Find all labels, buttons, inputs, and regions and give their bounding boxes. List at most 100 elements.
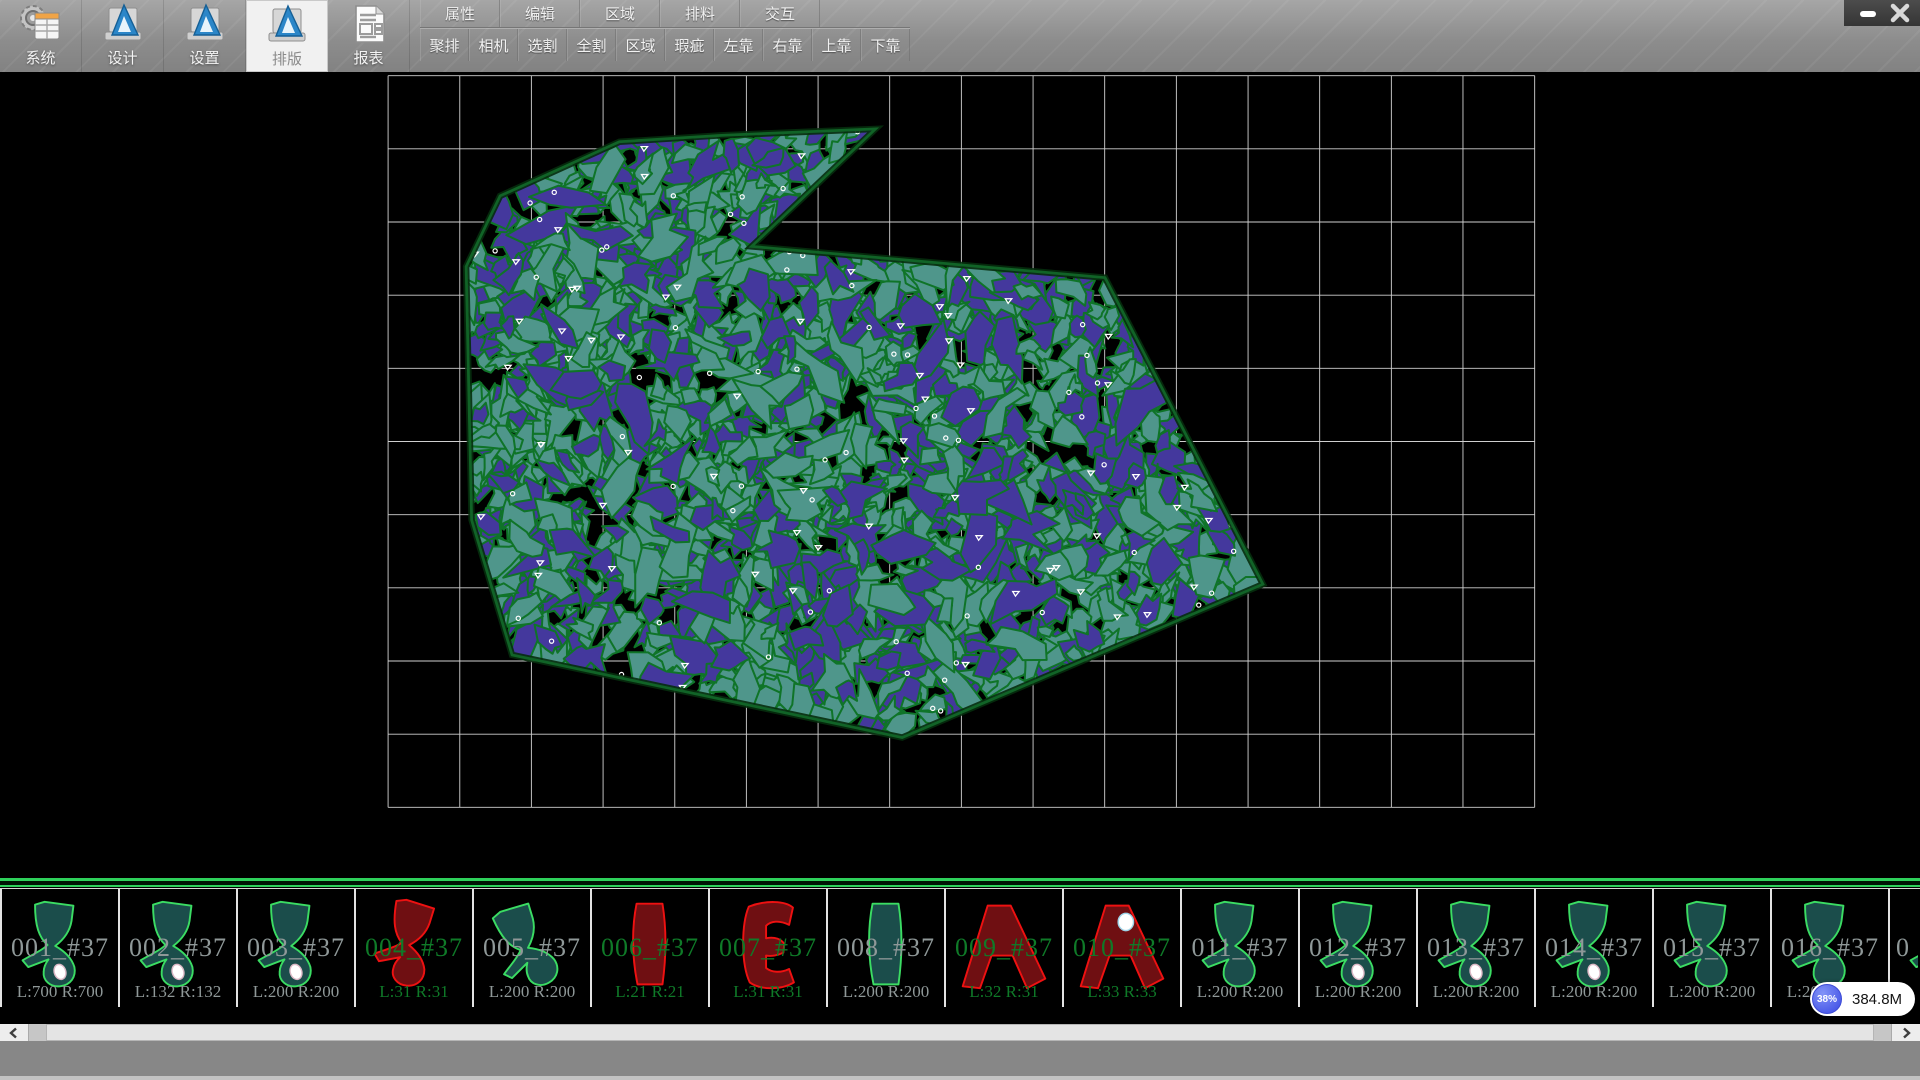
nesting-setsquare-icon [264, 4, 310, 46]
piece-lr-label: L:200 R:200 [828, 982, 944, 1002]
piece-lr-label: L:31 R:31 [356, 982, 472, 1002]
piece-name-label: 009_#37 [946, 933, 1062, 963]
piece-name-label: 016_#37 [1772, 933, 1888, 963]
settings-setsquare-icon [182, 3, 228, 45]
tool-cluster-nest-button[interactable]: 聚排 [420, 29, 469, 61]
tool-align-top-button[interactable]: 上靠 [812, 29, 861, 61]
piece-lr-label: L:32 R:31 [946, 982, 1062, 1002]
piece-name-label: 008_#37 [828, 933, 944, 963]
piece-name-label: 003_#37 [238, 933, 354, 963]
memory-overlay-badge: 38% 384.8M [1810, 982, 1915, 1016]
leather-hide-layer[interactable] [0, 72, 1920, 878]
piece-lr-label: L:200 R:200 [1300, 982, 1416, 1002]
thumbnail-cell[interactable]: 005_#37 L:200 R:200 [474, 889, 592, 1007]
piece-name-label: 014_#37 [1536, 933, 1652, 963]
thumbnail-cell[interactable]: 004_#37 L:31 R:31 [356, 889, 474, 1007]
thumbnail-cell[interactable]: 008_#37 L:200 R:200 [828, 889, 946, 1007]
piece-name-label: 0 [1896, 933, 1918, 963]
tool-align-bottom-button[interactable]: 下靠 [861, 29, 910, 61]
thumbnail-cell[interactable]: 003_#37 L:200 R:200 [238, 889, 356, 1007]
scrollbar-thumb[interactable] [46, 1024, 1874, 1041]
tab-design-button[interactable]: 设计 [82, 0, 164, 72]
nesting-canvas[interactable] [0, 72, 1920, 878]
tool-region-button[interactable]: 区域 [616, 29, 665, 61]
cpu-percent-badge: 38% [1812, 984, 1842, 1014]
piece-name-label: 013_#37 [1418, 933, 1534, 963]
piece-name-label: 006_#37 [592, 933, 708, 963]
piece-name-label: 011_#37 [1182, 933, 1298, 963]
thumbnail-cell[interactable]: 007_#37 L:31 R:31 [710, 889, 828, 1007]
piece-name-label: 012_#37 [1300, 933, 1416, 963]
piece-lr-label: L:33 R:33 [1064, 982, 1180, 1002]
tab-system-label: 系统 [25, 47, 55, 68]
menu-row-bottom: 聚排 相机 选割 全割 区域 瑕疵 左靠 右靠 上靠 下靠 [420, 29, 910, 61]
tab-settings-label: 设置 [189, 47, 219, 68]
piece-name-label: 015_#37 [1654, 933, 1770, 963]
thumbnail-cell[interactable]: 010_#37 L:33 R:33 [1064, 889, 1182, 1007]
piece-lr-label: L:200 R:200 [474, 982, 590, 1002]
tab-design-label: 设计 [107, 47, 137, 68]
minimize-button[interactable] [1852, 2, 1884, 24]
piece-name-label: 010_#37 [1064, 933, 1180, 963]
close-icon [1889, 2, 1911, 24]
menu-row-top: 属性 编辑 区域 排料 交互 [420, 0, 910, 28]
piece-lr-label: L:132 R:132 [120, 982, 236, 1002]
piece-filmstrip: 001_#37 L:700 R:700002_#37 L:132 R:132003_… [0, 878, 1920, 1024]
thumbnail-cell[interactable]: 002_#37 L:132 R:132 [120, 889, 238, 1007]
ribbon-toolbar: 系统 设计 设置 排版 报表 属性 编辑 区域 排料 交互 聚排 相机 选割 全… [0, 0, 1920, 72]
thumbnail-cell[interactable]: 009_#37 L:32 R:31 [946, 889, 1064, 1007]
tab-system-button[interactable]: 系统 [0, 0, 82, 72]
horizontal-scrollbar[interactable] [0, 1024, 1920, 1041]
piece-lr-label: L:21 R:21 [592, 982, 708, 1002]
filmstrip-green-border [0, 878, 1920, 888]
piece-lr-label: L:200 R:200 [1654, 982, 1770, 1002]
status-panel [0, 1041, 1920, 1080]
right-arrow-icon [1900, 1027, 1912, 1039]
piece-lr-label: L:31 R:31 [710, 982, 826, 1002]
report-document-icon [346, 3, 392, 45]
piece-name-label: 002_#37 [120, 933, 236, 963]
menu-region-button[interactable]: 区域 [580, 0, 660, 27]
tab-nesting-button[interactable]: 排版 [246, 0, 328, 72]
thumbnail-cell[interactable]: 013_#37 L:200 R:200 [1418, 889, 1536, 1007]
tool-camera-button[interactable]: 相机 [469, 29, 518, 61]
design-setsquare-icon [100, 3, 146, 45]
memory-value-label: 384.8M [1852, 991, 1902, 1008]
menu-nest-button[interactable]: 排料 [660, 0, 740, 27]
piece-lr-label: L:200 R:200 [1418, 982, 1534, 1002]
tab-report-button[interactable]: 报表 [328, 0, 410, 72]
thumbnail-cell[interactable]: 006_#37 L:21 R:21 [592, 889, 710, 1007]
menu-attribute-button[interactable]: 属性 [420, 0, 500, 27]
tool-select-cut-button[interactable]: 选割 [518, 29, 567, 61]
menu-interact-button[interactable]: 交互 [740, 0, 820, 27]
menu-edit-button[interactable]: 编辑 [500, 0, 580, 27]
piece-name-label: 001_#37 [2, 933, 118, 963]
tab-report-label: 报表 [353, 47, 383, 68]
tab-settings-button[interactable]: 设置 [164, 0, 246, 72]
filmstrip-cells: 001_#37 L:700 R:700002_#37 L:132 R:132003_… [0, 888, 1920, 1007]
piece-lr-label: L:700 R:700 [2, 982, 118, 1002]
thumbnail-cell[interactable]: 011_#37 L:200 R:200 [1182, 889, 1300, 1007]
close-button[interactable] [1884, 2, 1916, 24]
piece-name-label: 005_#37 [474, 933, 590, 963]
system-gear-table-icon [18, 3, 64, 45]
thumbnail-cell[interactable]: 012_#37 L:200 R:200 [1300, 889, 1418, 1007]
tool-defect-button[interactable]: 瑕疵 [665, 29, 714, 61]
tool-align-left-button[interactable]: 左靠 [714, 29, 763, 61]
tool-cut-all-button[interactable]: 全割 [567, 29, 616, 61]
tool-align-right-button[interactable]: 右靠 [763, 29, 812, 61]
minimize-icon [1858, 3, 1878, 23]
tab-nesting-label: 排版 [272, 48, 302, 69]
piece-lr-label: L:200 R:200 [1182, 982, 1298, 1002]
scroll-right-button[interactable] [1891, 1024, 1920, 1041]
thumbnail-cell[interactable]: 014_#37 L:200 R:200 [1536, 889, 1654, 1007]
thumbnail-cell[interactable]: 015_#37 L:200 R:200 [1654, 889, 1772, 1007]
left-arrow-icon [8, 1027, 20, 1039]
scroll-left-button[interactable] [0, 1024, 29, 1041]
piece-lr-label: L:200 R:200 [238, 982, 354, 1002]
piece-name-label: 004_#37 [356, 933, 472, 963]
thumbnail-cell[interactable]: 001_#37 L:700 R:700 [0, 889, 120, 1007]
piece-name-label: 007_#37 [710, 933, 826, 963]
window-controls [1844, 0, 1920, 26]
piece-lr-label: L:200 R:200 [1536, 982, 1652, 1002]
